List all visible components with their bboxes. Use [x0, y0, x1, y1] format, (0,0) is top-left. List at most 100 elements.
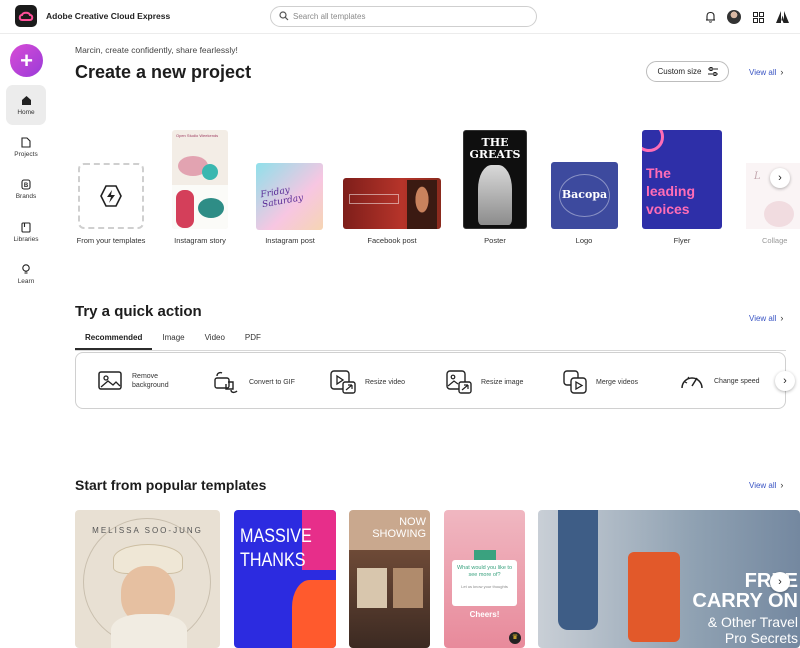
- sidebar: + Home Projects B Brands Libraries Learn: [0, 34, 52, 648]
- learn-icon: [22, 263, 30, 274]
- tab-video[interactable]: Video: [195, 330, 235, 350]
- action-label: Resize image: [481, 378, 524, 386]
- action-label: Remove background: [132, 373, 169, 389]
- instagram-story-card[interactable]: Open Studio Weekends: [172, 130, 228, 229]
- premium-crown-icon: ♛: [509, 632, 521, 644]
- project-label: Instagram story: [174, 236, 226, 245]
- resize-image-action[interactable]: Resize image: [446, 370, 523, 394]
- search-icon: [279, 11, 289, 21]
- convert-gif-icon: [214, 371, 238, 394]
- project-label: Facebook post: [367, 236, 417, 245]
- create-heading: Create a new project: [75, 62, 252, 82]
- template-text-now: NOW: [399, 516, 426, 528]
- top-bar: Adobe Creative Cloud Express: [0, 0, 800, 34]
- story-title-text: Open Studio Weekends: [176, 133, 219, 138]
- quick-actions-next-button[interactable]: ›: [775, 371, 795, 391]
- template-card-melissa[interactable]: MELISSA SOO-JUNG: [75, 510, 220, 648]
- svg-text:B: B: [24, 183, 29, 189]
- popular-view-all-link[interactable]: View all ›: [749, 480, 783, 490]
- merge-videos-action[interactable]: Merge videos: [563, 370, 638, 394]
- sidebar-label: Learn: [17, 277, 35, 285]
- quick-view-all-link[interactable]: View all ›: [749, 313, 783, 323]
- sidebar-item-learn[interactable]: Learn: [6, 254, 46, 294]
- change-speed-action[interactable]: Change speed: [679, 370, 760, 392]
- template-text-carry-on: CARRY ON: [692, 590, 798, 612]
- template-question-text: What would you like to see more of?: [456, 565, 513, 578]
- popular-templates-heading: Start from popular templates: [75, 477, 267, 493]
- tab-image[interactable]: Image: [152, 330, 194, 350]
- template-lightning-icon: [100, 185, 122, 207]
- from-your-templates-card[interactable]: [78, 163, 144, 229]
- flyer-card[interactable]: The leading voices: [642, 130, 722, 229]
- notifications-bell-icon[interactable]: [702, 9, 718, 25]
- instagram-post-card[interactable]: Friday Saturday: [256, 163, 323, 230]
- project-label: Collage: [762, 236, 788, 245]
- remove-background-icon: [98, 371, 122, 390]
- create-carousel-next-button[interactable]: ›: [770, 168, 790, 188]
- adobe-logo-icon[interactable]: [774, 9, 790, 25]
- sidebar-item-brands[interactable]: B Brands: [6, 169, 46, 209]
- sidebar-label: Brands: [15, 192, 37, 200]
- user-avatar[interactable]: [726, 9, 742, 25]
- chevron-right-icon: ›: [778, 172, 782, 184]
- sidebar-item-projects[interactable]: Projects: [6, 127, 46, 167]
- template-text-thanks: THANKS: [240, 550, 306, 571]
- app-title: Adobe Creative Cloud Express: [46, 11, 171, 21]
- facebook-post-card[interactable]: [343, 178, 441, 229]
- search-input[interactable]: [293, 9, 523, 24]
- post-script-text: Friday Saturday: [259, 185, 305, 211]
- resize-video-action[interactable]: Resize video: [330, 370, 405, 394]
- template-text-pro-secrets: Pro Secrets: [724, 630, 798, 646]
- action-label: Change speed: [714, 377, 760, 385]
- tab-recommended[interactable]: Recommended: [75, 330, 153, 350]
- template-text-showing: SHOWING: [372, 528, 426, 540]
- popular-carousel-next-button[interactable]: ›: [770, 572, 790, 592]
- remove-background-action[interactable]: Remove background: [98, 370, 169, 392]
- chevron-right-icon: ›: [778, 576, 782, 588]
- template-text-other-travel: & Other Travel: [707, 614, 798, 630]
- project-label: From your templates: [76, 236, 146, 245]
- tab-pdf[interactable]: PDF: [235, 330, 271, 350]
- create-button[interactable]: +: [10, 44, 43, 77]
- quick-action-tabs: Recommended Image Video PDF: [75, 330, 271, 350]
- template-text-massive: MASSIVE: [240, 526, 312, 547]
- template-card-now-showing[interactable]: NOW SHOWING: [349, 510, 430, 648]
- sidebar-label: Projects: [14, 150, 38, 158]
- chevron-right-icon: ›: [780, 67, 784, 77]
- action-label: Merge videos: [596, 378, 639, 386]
- app-logo[interactable]: [15, 5, 37, 27]
- view-all-label: View all: [749, 67, 777, 77]
- view-all-label: View all: [749, 313, 777, 323]
- template-text: MELISSA SOO-JUNG: [92, 526, 203, 535]
- apps-grid-icon[interactable]: [750, 9, 766, 25]
- projects-icon: [21, 136, 31, 148]
- template-card-free-carry-on[interactable]: FREE CARRY ON & Other Travel Pro Secrets: [538, 510, 800, 648]
- sidebar-item-libraries[interactable]: Libraries: [6, 212, 46, 252]
- home-icon: [21, 95, 31, 105]
- poster-card[interactable]: THE GREATS: [463, 130, 527, 229]
- create-view-all-link[interactable]: View all ›: [749, 67, 783, 77]
- sidebar-label: Libraries: [13, 235, 39, 243]
- view-all-label: View all: [749, 480, 777, 490]
- flyer-title-text: The leading voices: [646, 165, 696, 217]
- template-card-massive-thanks[interactable]: MASSIVE THANKS: [234, 510, 336, 648]
- greeting-text: Marcin, create confidently, share fearle…: [75, 45, 238, 55]
- template-card-what-would-you-like[interactable]: What would you like to see more of? Let …: [444, 510, 525, 648]
- resize-video-icon: [330, 370, 356, 394]
- action-label: Convert to GIF: [249, 378, 295, 386]
- project-label: Flyer: [673, 236, 691, 245]
- change-speed-icon: [681, 376, 703, 389]
- chevron-right-icon: ›: [780, 313, 784, 323]
- quick-actions-panel: Remove background Convert to GIF Resize v…: [75, 352, 795, 409]
- chevron-right-icon: ›: [783, 375, 787, 387]
- search-box[interactable]: [270, 6, 537, 27]
- chevron-right-icon: ›: [780, 480, 784, 490]
- sidebar-item-home[interactable]: Home: [6, 85, 46, 125]
- logo-card[interactable]: Bacopa: [551, 162, 618, 229]
- brands-icon: B: [21, 178, 31, 190]
- sidebar-label: Home: [17, 108, 35, 116]
- project-label: Logo: [575, 236, 593, 245]
- tabs-divider: [75, 350, 786, 351]
- custom-size-button[interactable]: Custom size: [646, 61, 729, 82]
- convert-to-gif-action[interactable]: Convert to GIF: [213, 370, 295, 394]
